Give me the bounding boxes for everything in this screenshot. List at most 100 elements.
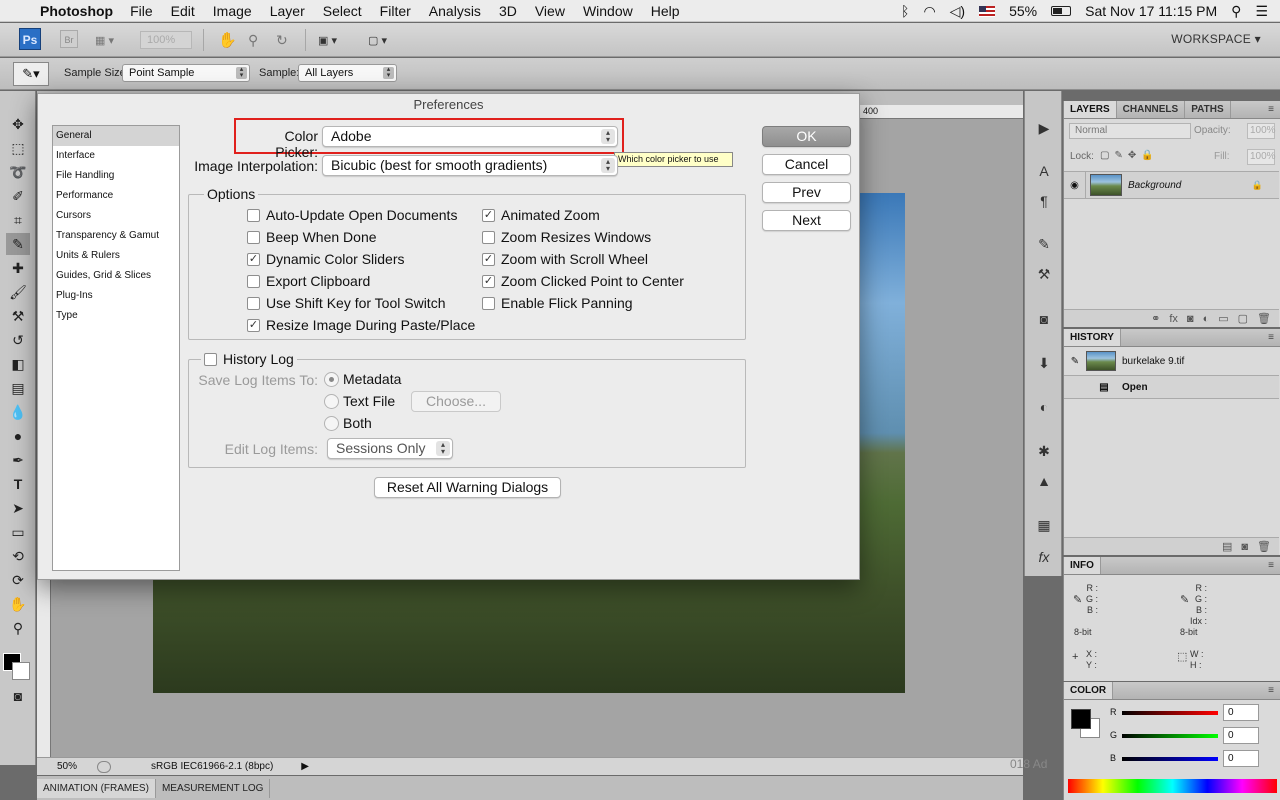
zoom-level-select[interactable]: 100% bbox=[140, 31, 192, 49]
checkbox-checked[interactable]: ✓ bbox=[482, 252, 495, 266]
dodge-tool-icon[interactable]: ● bbox=[6, 425, 30, 447]
eyedropper-tool-icon[interactable]: ✎ bbox=[6, 233, 30, 255]
panel-menu-icon[interactable]: ≡ bbox=[1268, 332, 1274, 343]
checkbox-checked[interactable]: ✓ bbox=[482, 274, 495, 288]
blur-tool-icon[interactable]: 💧 bbox=[6, 401, 30, 423]
crop-tool-icon[interactable]: ⌗ bbox=[6, 209, 30, 231]
category-units-rulers[interactable]: Units & Rulers bbox=[53, 246, 179, 266]
radio-button[interactable] bbox=[324, 393, 339, 409]
3d-orbit-tool-icon[interactable]: ⟳ bbox=[6, 569, 30, 591]
menu-window[interactable]: Window bbox=[583, 3, 633, 19]
add-mask-icon[interactable]: ◙ bbox=[1187, 313, 1194, 325]
path-selection-tool-icon[interactable]: ➤ bbox=[6, 497, 30, 519]
lasso-tool-icon[interactable]: ➰ bbox=[6, 161, 30, 183]
category-general[interactable]: General bbox=[53, 126, 179, 146]
panel-menu-icon[interactable]: ≡ bbox=[1268, 560, 1274, 571]
option-auto-update-open-documents[interactable]: Auto-Update Open Documents bbox=[247, 206, 457, 224]
r-value-input[interactable]: 0 bbox=[1223, 704, 1259, 721]
history-brush-source-icon[interactable]: ✎ bbox=[1064, 356, 1086, 367]
fill-input[interactable]: 100% bbox=[1247, 149, 1276, 165]
wifi-icon[interactable]: ◠ bbox=[923, 3, 935, 20]
checkbox[interactable] bbox=[482, 230, 495, 244]
menu-edit[interactable]: Edit bbox=[171, 3, 195, 19]
menu-analysis[interactable]: Analysis bbox=[429, 3, 481, 19]
g-value-input[interactable]: 0 bbox=[1223, 727, 1259, 744]
clock[interactable]: Sat Nov 17 11:15 PM bbox=[1085, 3, 1217, 19]
quick-mask-icon[interactable]: ◙ bbox=[6, 685, 30, 707]
brush-tool-icon[interactable]: 🖌 bbox=[6, 281, 30, 303]
styles-panel-icon[interactable]: fx bbox=[1034, 547, 1054, 567]
status-menu-arrow-icon[interactable]: ▶ bbox=[301, 761, 309, 772]
foreground-color-swatch[interactable] bbox=[1071, 709, 1091, 729]
menu-help[interactable]: Help bbox=[651, 3, 680, 19]
extras-view-icon[interactable]: ▦ ▾ bbox=[95, 30, 114, 50]
bridge-launch-button[interactable]: Br bbox=[60, 30, 78, 48]
spotlight-search-icon[interactable]: ⚲ bbox=[1231, 3, 1241, 20]
opacity-input[interactable]: 100% bbox=[1247, 123, 1276, 139]
clone-source-panel-icon[interactable]: ⚒ bbox=[1034, 264, 1054, 284]
checkbox[interactable] bbox=[247, 296, 260, 310]
tab-animation-frames[interactable]: ANIMATION (FRAMES) bbox=[37, 778, 156, 798]
option-dynamic-color-sliders[interactable]: ✓ Dynamic Color Sliders bbox=[247, 250, 404, 268]
link-layers-icon[interactable]: ⚭ bbox=[1151, 312, 1160, 325]
tab-paths[interactable]: PATHS bbox=[1185, 101, 1231, 118]
history-log-toggle[interactable]: History Log bbox=[201, 350, 297, 368]
sample-size-select[interactable]: Point Sample ▴ ▾ bbox=[122, 64, 250, 82]
move-tool-icon[interactable]: ✥ bbox=[6, 113, 30, 135]
r-slider[interactable] bbox=[1122, 711, 1218, 715]
shape-tool-icon[interactable]: ▭ bbox=[6, 521, 30, 543]
reset-warning-dialogs-button[interactable]: Reset All Warning Dialogs bbox=[374, 477, 561, 498]
category-plug-ins[interactable]: Plug-Ins bbox=[53, 286, 179, 306]
delete-layer-icon[interactable]: 🗑 bbox=[1257, 312, 1271, 325]
tab-measurement-log[interactable]: MEASUREMENT LOG bbox=[156, 778, 271, 798]
new-document-from-state-icon[interactable]: ▤ bbox=[1222, 540, 1232, 553]
histogram-panel-icon[interactable]: ▲ bbox=[1034, 471, 1054, 491]
option-zoom-clicked-point-to-center[interactable]: ✓ Zoom Clicked Point to Center bbox=[482, 272, 684, 290]
new-layer-icon[interactable]: ▢ bbox=[1238, 312, 1248, 325]
notification-center-icon[interactable]: ☰ bbox=[1255, 3, 1268, 20]
volume-icon[interactable]: ◁) bbox=[950, 3, 965, 20]
checkbox[interactable] bbox=[247, 274, 260, 288]
bluetooth-icon[interactable]: ᛒ bbox=[901, 3, 909, 19]
battery-icon[interactable] bbox=[1051, 6, 1072, 16]
category-guides-grid-slices[interactable]: Guides, Grid & Slices bbox=[53, 266, 179, 286]
checkbox[interactable] bbox=[247, 208, 260, 222]
status-options-icon[interactable] bbox=[97, 760, 111, 773]
g-slider[interactable] bbox=[1122, 734, 1218, 738]
clone-stamp-tool-icon[interactable]: ⚒ bbox=[6, 305, 30, 327]
checkbox-checked[interactable]: ✓ bbox=[247, 318, 260, 332]
3d-rotate-tool-icon[interactable]: ⟲ bbox=[6, 545, 30, 567]
radio-text-file[interactable]: Text File bbox=[324, 392, 395, 410]
adjustments-panel-icon[interactable]: ◐ bbox=[1034, 397, 1054, 417]
checkbox[interactable] bbox=[482, 296, 495, 310]
character-panel-icon[interactable]: A bbox=[1034, 161, 1054, 181]
radio-button-selected[interactable] bbox=[324, 371, 339, 387]
hand-tool-icon[interactable]: ✋ bbox=[218, 30, 237, 50]
navigator-panel-icon[interactable]: ✱ bbox=[1034, 441, 1054, 461]
category-file-handling[interactable]: File Handling bbox=[53, 166, 179, 186]
ok-button[interactable]: OK bbox=[762, 126, 851, 147]
category-type[interactable]: Type bbox=[53, 306, 179, 326]
masks-panel-icon[interactable]: ◙ bbox=[1034, 309, 1054, 329]
menu-3d[interactable]: 3D bbox=[499, 3, 517, 19]
new-snapshot-icon[interactable]: ◙ bbox=[1241, 541, 1248, 553]
tool-preset-picker-eyedropper-icon[interactable]: ✎▾ bbox=[13, 62, 49, 86]
option-use-shift-key-tool-switch[interactable]: Use Shift Key for Tool Switch bbox=[247, 294, 445, 312]
option-resize-image-paste-place[interactable]: ✓ Resize Image During Paste/Place bbox=[247, 316, 475, 334]
quick-selection-tool-icon[interactable]: ✐ bbox=[6, 185, 30, 207]
history-brush-tool-icon[interactable]: ↺ bbox=[6, 329, 30, 351]
visibility-eye-icon[interactable]: ◉ bbox=[1064, 172, 1086, 198]
menu-view[interactable]: View bbox=[535, 3, 565, 19]
new-adjustment-layer-icon[interactable]: ◐ bbox=[1203, 313, 1210, 325]
category-interface[interactable]: Interface bbox=[53, 146, 179, 166]
history-snapshot[interactable]: ✎ burkelake 9.tif bbox=[1064, 349, 1279, 373]
zoom-tool-icon[interactable]: ⚲ bbox=[248, 30, 258, 50]
menu-layer[interactable]: Layer bbox=[270, 3, 305, 19]
zoom-tool-icon[interactable]: ⚲ bbox=[6, 617, 30, 639]
b-value-input[interactable]: 0 bbox=[1223, 750, 1259, 767]
tab-info[interactable]: INFO bbox=[1064, 557, 1101, 574]
checkbox-checked[interactable]: ✓ bbox=[482, 208, 495, 222]
sample-select[interactable]: All Layers ▴ ▾ bbox=[298, 64, 397, 82]
checkbox[interactable] bbox=[204, 352, 217, 366]
swatches-panel-icon[interactable]: ▦ bbox=[1034, 515, 1054, 535]
